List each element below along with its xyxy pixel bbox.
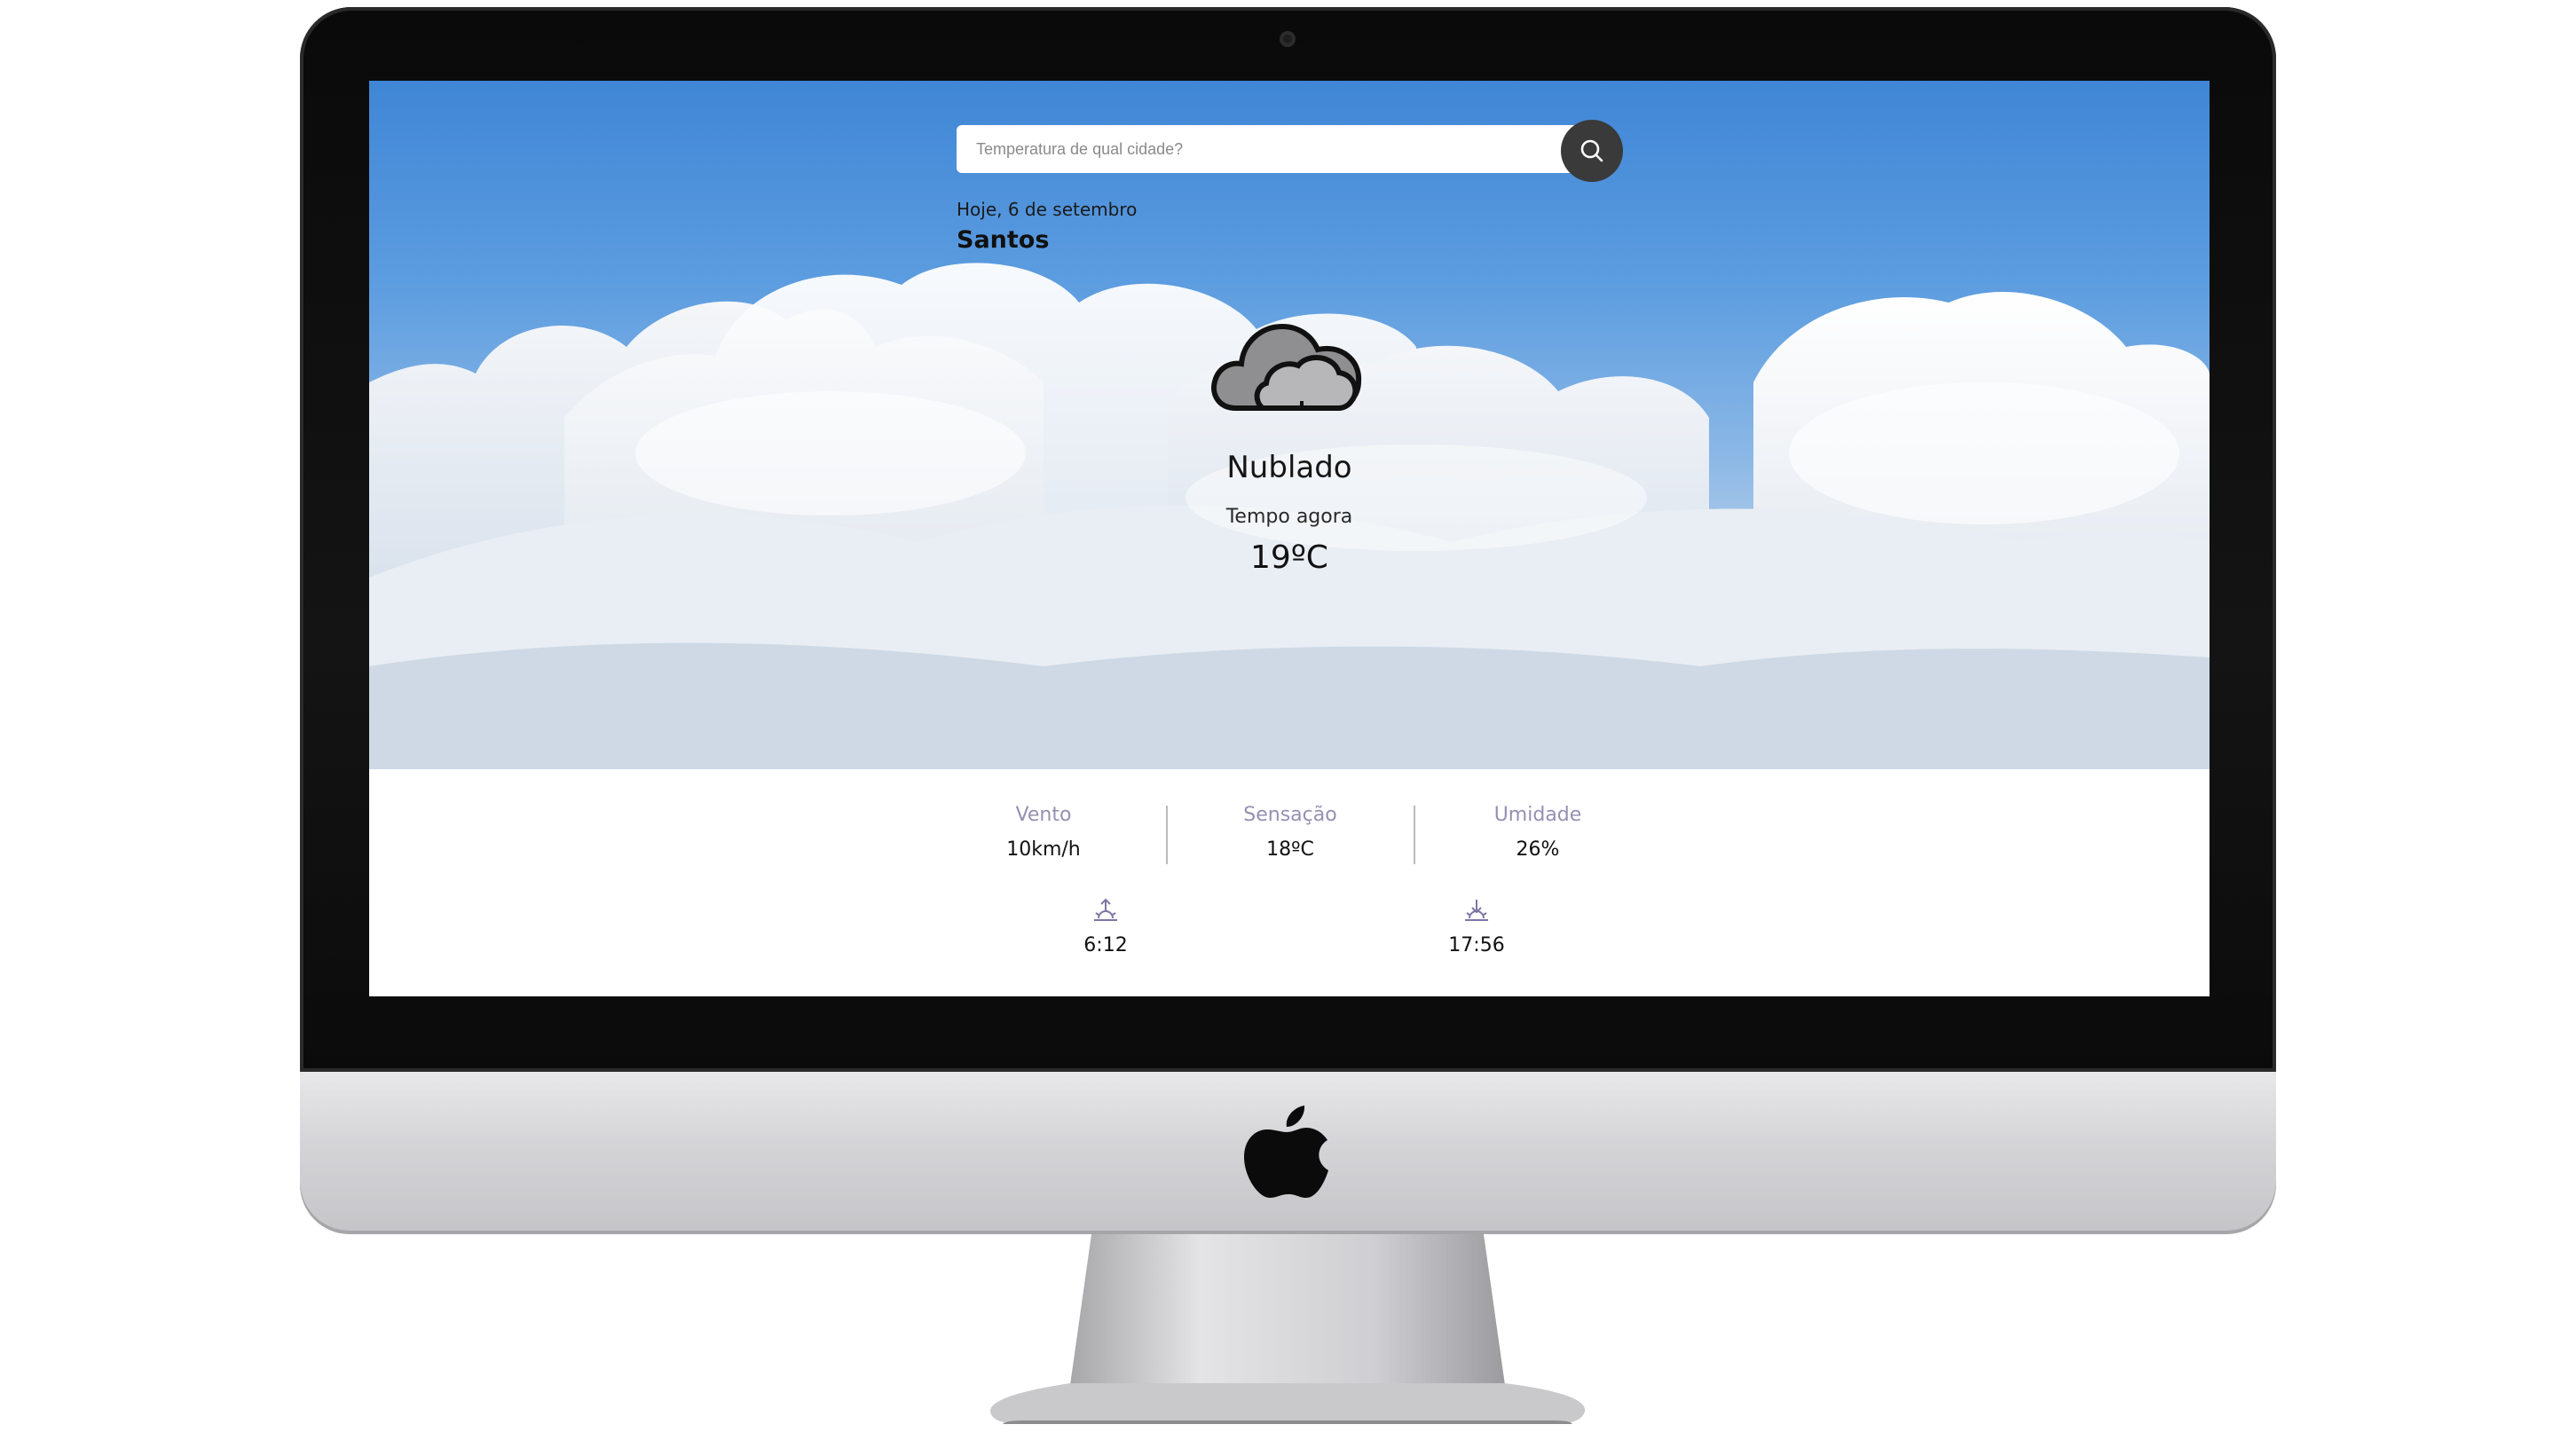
weather-hero: Hoje, 6 de setembro Santos Nublado Tempo… (369, 81, 2210, 769)
feels-like-label: Sensação (1243, 804, 1337, 826)
sunrise-icon (1094, 898, 1117, 921)
current-temperature: 19ºC (1250, 539, 1328, 576)
city-name: Santos (957, 226, 1050, 254)
divider (1414, 806, 1415, 864)
feels-like-value: 18ºC (1266, 838, 1314, 861)
feels-like-stat: Sensação 18ºC (1210, 804, 1370, 861)
wind-label: Vento (1015, 804, 1072, 826)
current-weather-label: Tempo agora (1225, 506, 1353, 528)
search-input[interactable] (957, 125, 1578, 173)
sunset-time: 17:56 (1448, 934, 1505, 956)
clouds-background (369, 263, 2210, 769)
weather-condition: Nublado (1226, 450, 1352, 485)
wind-value: 10km/h (1006, 838, 1081, 861)
city-search-field (957, 125, 1578, 173)
wind-stat: Vento 10km/h (964, 804, 1123, 861)
sunset-icon (1465, 900, 1488, 921)
sunrise-block: 6:12 (1052, 897, 1159, 956)
monitor-stand (989, 1234, 1586, 1424)
divider (1166, 806, 1168, 864)
current-date: Hoje, 6 de setembro (957, 199, 1138, 220)
humidity-value: 26% (1516, 838, 1560, 861)
search-button[interactable] (1561, 120, 1623, 182)
cloud-icon (1211, 323, 1362, 411)
app-screen: Hoje, 6 de setembro Santos Nublado Tempo… (369, 81, 2210, 996)
humidity-label: Umidade (1493, 804, 1582, 826)
sunset-block: 17:56 (1423, 897, 1530, 956)
humidity-stat: Umidade 26% (1458, 804, 1618, 861)
search-icon (1580, 139, 1603, 162)
sunrise-time: 6:12 (1083, 934, 1128, 956)
apple-logo-icon (1244, 1106, 1328, 1198)
webcam (1280, 31, 1296, 47)
